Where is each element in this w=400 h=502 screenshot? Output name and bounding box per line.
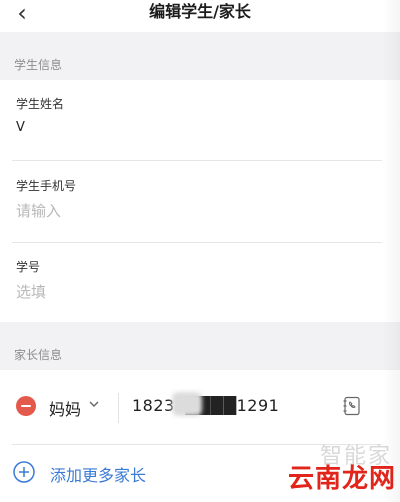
contact-book-icon[interactable] bbox=[342, 396, 362, 416]
add-circle-icon[interactable] bbox=[12, 460, 36, 484]
student-card: 学生姓名 V 学生手机号 请输入 学号 选填 bbox=[0, 80, 400, 322]
redaction-blur bbox=[172, 392, 202, 416]
student-phone-input[interactable]: 请输入 bbox=[16, 200, 61, 221]
student-name-label: 学生姓名 bbox=[16, 97, 65, 111]
parent-section-label: 家长信息 bbox=[14, 348, 63, 362]
parent-relation-select[interactable]: 妈妈 bbox=[49, 396, 81, 420]
divider bbox=[12, 242, 382, 243]
student-name-field[interactable]: V bbox=[16, 120, 25, 135]
remove-parent-button[interactable] bbox=[16, 396, 36, 416]
page-title: 编辑学生/家长 bbox=[149, 2, 251, 21]
top-bar: ‹ 编辑学生/家长 bbox=[0, 0, 400, 32]
add-more-parents-button[interactable]: 添加更多家长 bbox=[50, 462, 146, 486]
parent-phone-field[interactable]: 18231████1291 bbox=[132, 396, 279, 415]
vertical-separator bbox=[118, 393, 119, 423]
student-number-label: 学号 bbox=[16, 260, 41, 274]
divider bbox=[12, 160, 382, 161]
student-phone-label: 学生手机号 bbox=[16, 179, 77, 193]
student-section-label: 学生信息 bbox=[14, 58, 63, 72]
minus-icon bbox=[21, 405, 31, 407]
chevron-down-icon[interactable] bbox=[88, 398, 100, 410]
student-number-input[interactable]: 选填 bbox=[16, 281, 46, 302]
watermark-logo: 云南龙网 bbox=[288, 464, 397, 494]
